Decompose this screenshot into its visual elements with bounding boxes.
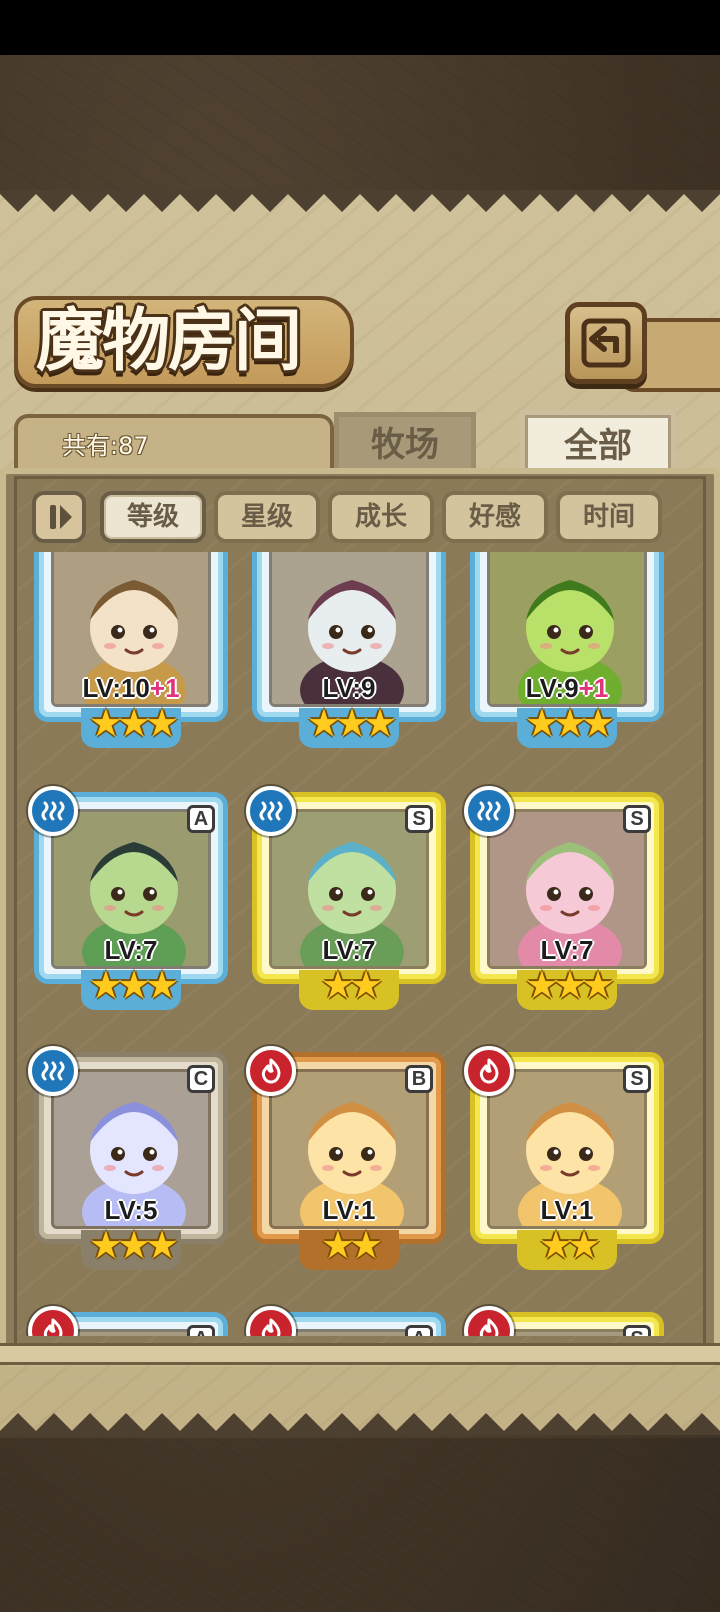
- sort-direction-toggle[interactable]: [32, 491, 86, 543]
- rank-badge: A: [187, 805, 215, 833]
- background-band-top: [0, 55, 720, 195]
- water-element-icon: [246, 786, 296, 836]
- water-element-icon: [28, 786, 78, 836]
- monster-level: LV:9: [257, 673, 441, 704]
- star-rating: ★★★: [524, 701, 615, 745]
- level-bonus: +1: [578, 673, 609, 703]
- rank-badge: A: [405, 1325, 433, 1336]
- level-text: LV:7: [104, 935, 158, 965]
- sort-by-stars-button[interactable]: 星级: [214, 491, 320, 543]
- monster-level: LV:7: [257, 935, 441, 966]
- monster-level: LV:1: [257, 1195, 441, 1226]
- panel-bottom-rail: [0, 1343, 720, 1365]
- star-rating: ★★: [538, 1223, 601, 1267]
- monster-level: LV:10+1: [39, 673, 223, 704]
- monster-level: LV:7: [475, 935, 659, 966]
- monster-card[interactable]: A: [28, 1306, 228, 1336]
- level-text: LV:1: [322, 1195, 376, 1225]
- star-rating: ★★★: [88, 963, 179, 1007]
- sort-by-affection-button[interactable]: 好感: [442, 491, 548, 543]
- sort-by-level-button[interactable]: 等级: [100, 491, 206, 543]
- monster-level: LV:9+1: [475, 673, 659, 704]
- star-rating: ★★: [320, 1223, 383, 1267]
- rank-badge: S: [623, 805, 651, 833]
- game-screen: 魔物房间 共有:87 牧场 全部 等级 星级 成长 好感 时间 LV:10+1 ★…: [0, 0, 720, 1612]
- level-text: LV:7: [322, 935, 376, 965]
- rank-badge: C: [187, 1065, 215, 1093]
- fire-element-icon: [464, 1306, 514, 1336]
- level-text: LV:9: [322, 673, 376, 703]
- water-element-icon: [464, 786, 514, 836]
- monster-count: 共有:87: [62, 432, 149, 460]
- monster-card[interactable]: LV:5 C ★★★: [28, 1046, 228, 1270]
- water-element-icon: [28, 1046, 78, 1096]
- monster-card[interactable]: LV:10+1 ★★★: [34, 552, 228, 748]
- star-rating: ★★: [320, 963, 383, 1007]
- star-rating: ★★★: [88, 701, 179, 745]
- torn-edge-top: [0, 190, 720, 212]
- monster-card[interactable]: LV:1 B ★★: [246, 1046, 446, 1270]
- status-bar-area: [0, 0, 720, 55]
- rank-badge: S: [623, 1065, 651, 1093]
- card-frame: LV:9+1: [470, 552, 664, 722]
- background-band-bottom: [0, 1438, 720, 1612]
- torn-edge-bottom: [0, 1413, 720, 1435]
- back-button[interactable]: [565, 302, 647, 384]
- rank-badge: S: [623, 1325, 651, 1336]
- rank-badge: A: [187, 1325, 215, 1336]
- level-text: LV:1: [540, 1195, 594, 1225]
- star-rating: ★★★: [88, 1223, 179, 1267]
- monster-level: LV:5: [39, 1195, 223, 1226]
- sort-by-growth-button[interactable]: 成长: [328, 491, 434, 543]
- monster-card[interactable]: A: [246, 1306, 446, 1336]
- rank-badge: B: [405, 1065, 433, 1093]
- monster-card[interactable]: S: [464, 1306, 664, 1336]
- level-text: LV:5: [104, 1195, 158, 1225]
- card-frame: LV:9: [252, 552, 446, 722]
- level-text: LV:7: [540, 935, 594, 965]
- level-text: LV:9: [525, 673, 579, 703]
- level-text: LV:10: [82, 673, 150, 703]
- monster-card[interactable]: LV:7 S ★★★: [464, 786, 664, 1010]
- monster-level: LV:1: [475, 1195, 659, 1226]
- monster-card[interactable]: LV:7 S ★★: [246, 786, 446, 1010]
- sort-by-time-button[interactable]: 时间: [556, 491, 662, 543]
- monster-card[interactable]: LV:9+1 ★★★: [470, 552, 664, 748]
- monster-grid[interactable]: LV:10+1 ★★★ LV:9 ★★★ LV:9+1 ★★★ LV:7 A ★★★ LV:7 S ★…: [20, 552, 700, 1336]
- rank-badge: S: [405, 805, 433, 833]
- card-frame: LV:10+1: [34, 552, 228, 722]
- page-title: 魔物房间: [36, 301, 302, 381]
- monster-level: LV:7: [39, 935, 223, 966]
- return-arrow-icon: [581, 318, 631, 368]
- fire-element-icon: [246, 1046, 296, 1096]
- monster-card[interactable]: LV:7 A ★★★: [28, 786, 228, 1010]
- fire-element-icon: [464, 1046, 514, 1096]
- fire-element-icon: [28, 1306, 78, 1336]
- fire-element-icon: [246, 1306, 296, 1336]
- sort-direction-icon: [50, 505, 72, 529]
- monster-card[interactable]: LV:1 S ★★: [464, 1046, 664, 1270]
- monster-card[interactable]: LV:9 ★★★: [252, 552, 446, 748]
- star-rating: ★★★: [306, 701, 397, 745]
- level-bonus: +1: [149, 673, 180, 703]
- star-rating: ★★★: [524, 963, 615, 1007]
